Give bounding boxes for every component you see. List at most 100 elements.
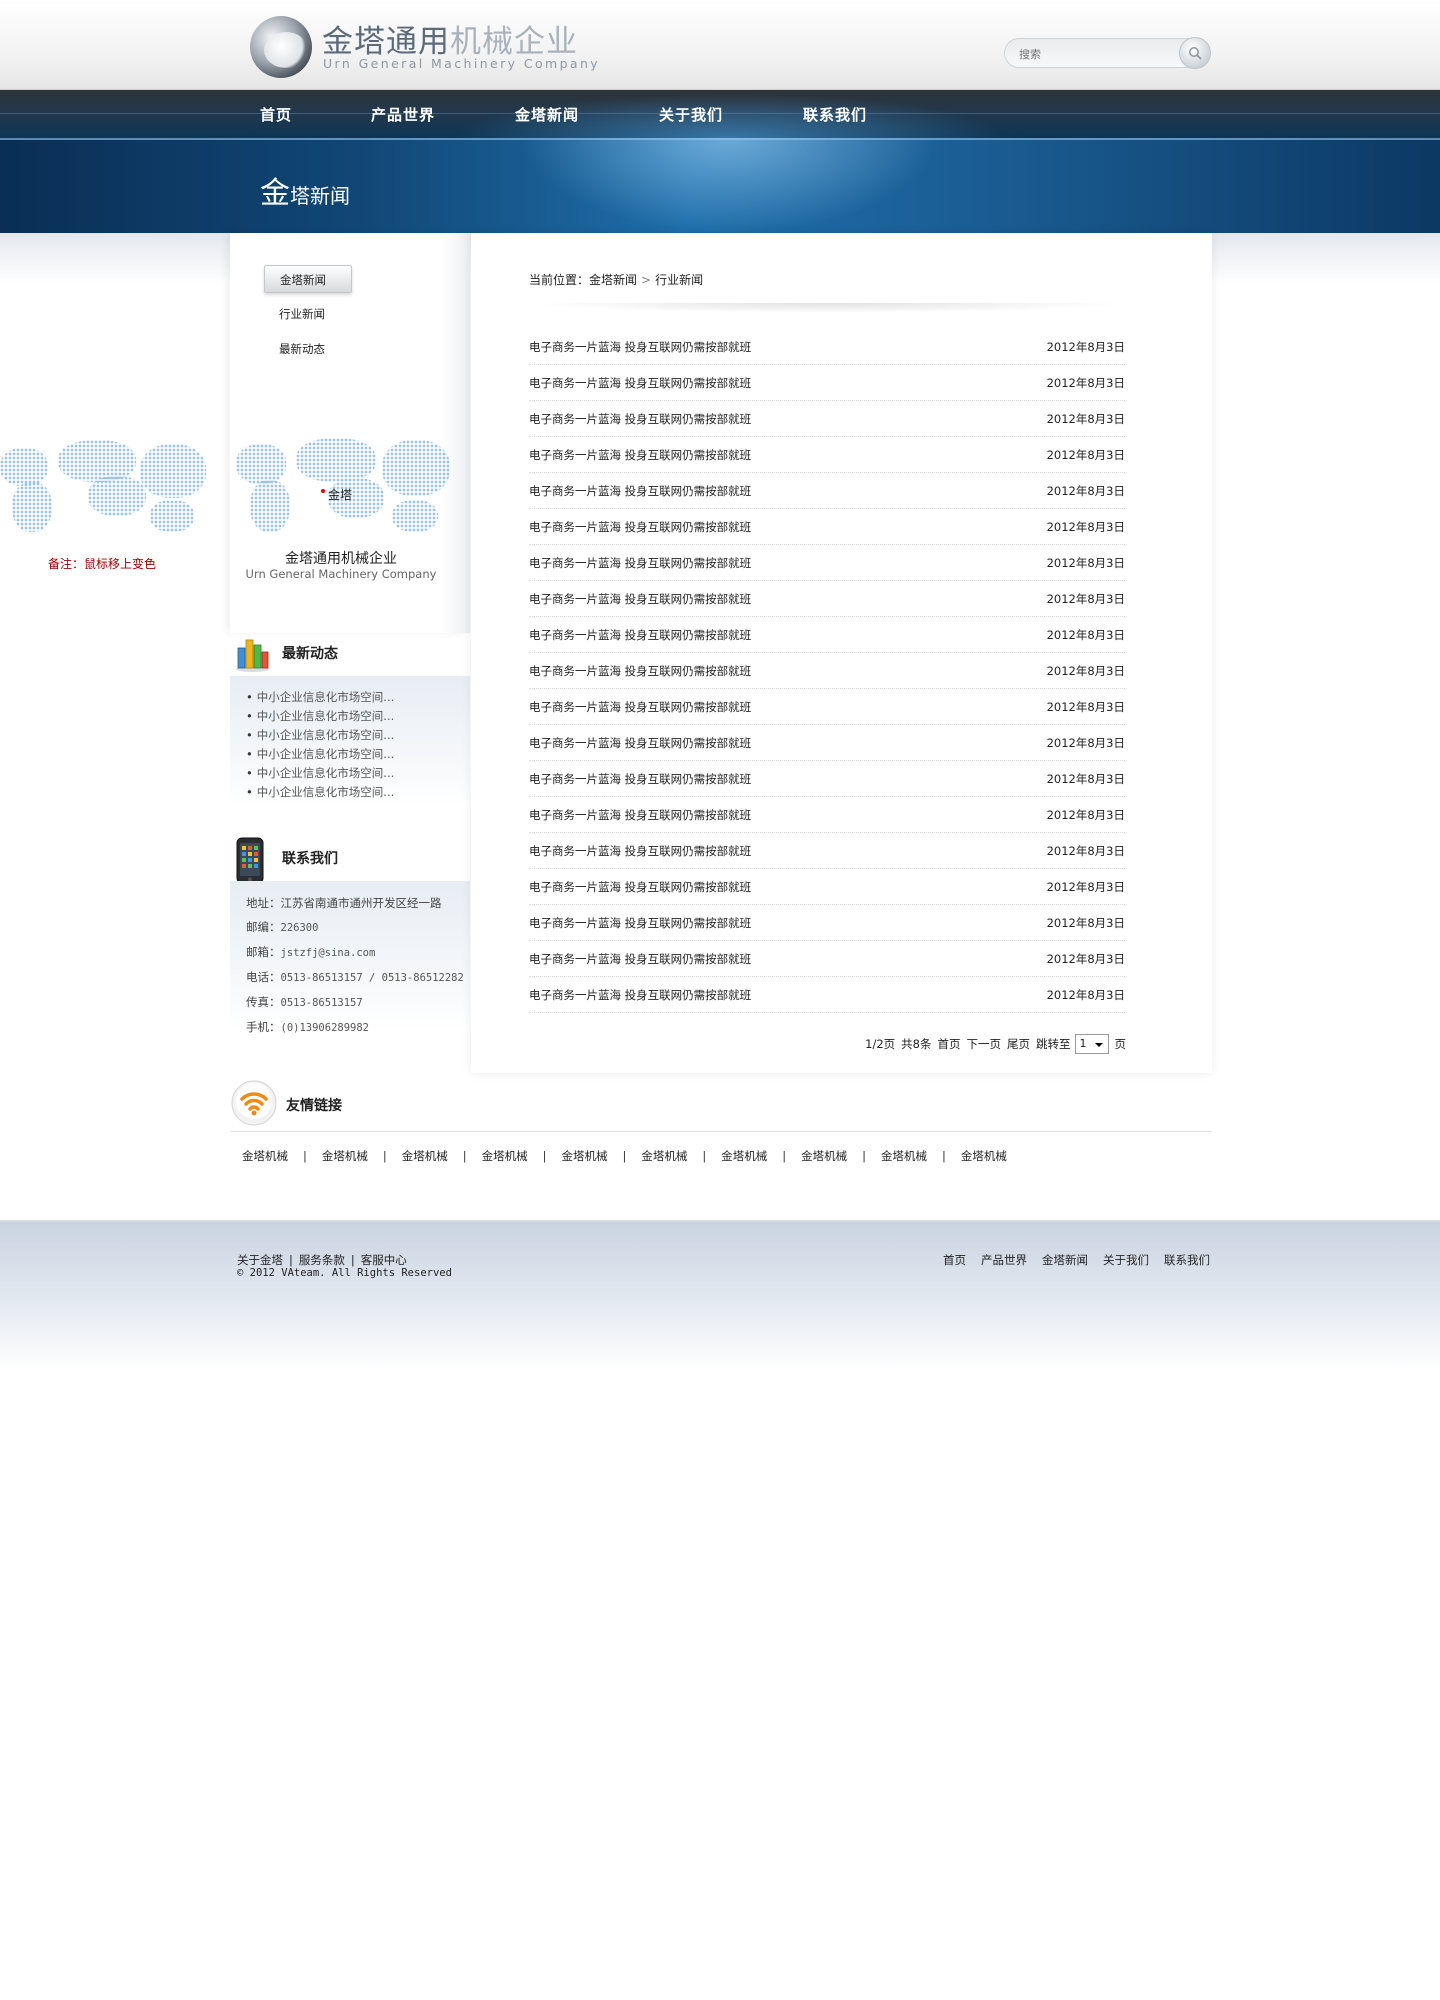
- contact-email[interactable]: 邮箱：jstzfj@sina.com: [246, 940, 470, 965]
- search-input[interactable]: [1019, 45, 1169, 63]
- page-select[interactable]: 1: [1074, 1034, 1109, 1054]
- location-map: 金塔: [236, 438, 452, 540]
- latest-news-item[interactable]: 中小企业信息化市场空间...: [246, 726, 470, 745]
- friend-link[interactable]: 金塔机械: [641, 1149, 687, 1163]
- article-title[interactable]: 电子商务一片蓝海 投身互联网仍需按部就班: [529, 771, 751, 787]
- article-date: 2012年8月3日: [1046, 448, 1125, 462]
- latest-news-item[interactable]: 中小企业信息化市场空间...: [246, 764, 470, 783]
- logo-title-dark: 金塔通用: [322, 24, 450, 60]
- hover-note: 备注：鼠标移上变色: [48, 557, 157, 571]
- article-row[interactable]: 电子商务一片蓝海 投身互联网仍需按部就班 2012年8月3日: [529, 653, 1125, 689]
- friend-link[interactable]: 金塔机械: [881, 1149, 927, 1163]
- article-title[interactable]: 电子商务一片蓝海 投身互联网仍需按部就班: [529, 591, 751, 607]
- article-row[interactable]: 电子商务一片蓝海 投身互联网仍需按部就班 2012年8月3日: [529, 977, 1125, 1013]
- article-date: 2012年8月3日: [1046, 916, 1125, 930]
- footer-nav-home[interactable]: 首页: [943, 1253, 966, 1267]
- friend-links-section: 友情链接 金塔机械 | 金塔机械 | 金塔机械 | 金塔机械 | 金塔机械 | 金塔机械 | 金塔机械 |…: [230, 1078, 1212, 1178]
- nav-item-about[interactable]: 关于我们: [659, 104, 723, 125]
- sidebar-top-panel: 金塔新闻 行业新闻 最新动态 金塔 金塔通用机械企业 Urn General M…: [230, 233, 470, 633]
- friend-links-header: 友情链接: [230, 1078, 1212, 1132]
- breadcrumb-shadow: [529, 303, 1129, 313]
- footer-nav-contact[interactable]: 联系我们: [1164, 1253, 1210, 1267]
- friend-link[interactable]: 金塔机械: [402, 1149, 448, 1163]
- friend-link[interactable]: 金塔机械: [961, 1149, 1007, 1163]
- article-date: 2012年8月3日: [1046, 952, 1125, 966]
- footer-nav-products[interactable]: 产品世界: [981, 1253, 1027, 1267]
- logo-title-light: 机械企业: [450, 24, 578, 60]
- latest-news-item[interactable]: 中小企业信息化市场空间...: [246, 783, 470, 802]
- footer-link-about[interactable]: 关于金塔: [237, 1253, 283, 1267]
- first-page-link[interactable]: 首页: [938, 1036, 961, 1052]
- article-row[interactable]: 电子商务一片蓝海 投身互联网仍需按部就班 2012年8月3日: [529, 329, 1125, 365]
- article-title[interactable]: 电子商务一片蓝海 投身互联网仍需按部就班: [529, 519, 751, 535]
- banner-title-big: 金: [260, 176, 290, 211]
- map-city-label: 金塔: [328, 488, 353, 502]
- article-row[interactable]: 电子商务一片蓝海 投身互联网仍需按部就班 2012年8月3日: [529, 761, 1125, 797]
- article-date: 2012年8月3日: [1046, 700, 1125, 714]
- article-title[interactable]: 电子商务一片蓝海 投身互联网仍需按部就班: [529, 483, 751, 499]
- contact-header: 联系我们: [230, 831, 470, 884]
- latest-news-item[interactable]: 中小企业信息化市场空间...: [246, 707, 470, 726]
- subnav-item-industry-news[interactable]: 行业新闻: [264, 300, 424, 328]
- subnav-item-latest-updates[interactable]: 最新动态: [264, 335, 424, 363]
- article-row[interactable]: 电子商务一片蓝海 投身互联网仍需按部就班 2012年8月3日: [529, 797, 1125, 833]
- footer-link-terms[interactable]: 服务条款: [299, 1253, 345, 1267]
- footer-nav-news[interactable]: 金塔新闻: [1042, 1253, 1088, 1267]
- site-logo[interactable]: 金塔通用机械企业 Urn General Machinery Company: [250, 14, 598, 78]
- article-row[interactable]: 电子商务一片蓝海 投身互联网仍需按部就班 2012年8月3日: [529, 905, 1125, 941]
- article-title[interactable]: 电子商务一片蓝海 投身互联网仍需按部就班: [529, 555, 751, 571]
- breadcrumb-parent[interactable]: 金塔新闻: [589, 273, 637, 287]
- article-title[interactable]: 电子商务一片蓝海 投身互联网仍需按部就班: [529, 807, 751, 823]
- article-title[interactable]: 电子商务一片蓝海 投身互联网仍需按部就班: [529, 699, 751, 715]
- friend-link[interactable]: 金塔机械: [242, 1149, 288, 1163]
- nav-item-home[interactable]: 首页: [260, 104, 292, 125]
- article-row[interactable]: 电子商务一片蓝海 投身互联网仍需按部就班 2012年8月3日: [529, 473, 1125, 509]
- article-title[interactable]: 电子商务一片蓝海 投身互联网仍需按部就班: [529, 879, 751, 895]
- nav-item-news[interactable]: 金塔新闻: [515, 104, 579, 125]
- friend-link[interactable]: 金塔机械: [801, 1149, 847, 1163]
- subnav-item-jinta-news[interactable]: 金塔新闻: [264, 265, 352, 293]
- article-row[interactable]: 电子商务一片蓝海 投身互联网仍需按部就班 2012年8月3日: [529, 401, 1125, 437]
- friend-link[interactable]: 金塔机械: [562, 1149, 608, 1163]
- contact-block: 联系我们 地址：江苏省南通市通州开发区经一路 邮编：226300 邮箱：jstz…: [230, 831, 470, 1034]
- company-name-cn: 金塔通用机械企业: [285, 551, 397, 567]
- nav-item-products[interactable]: 产品世界: [371, 104, 435, 125]
- article-title[interactable]: 电子商务一片蓝海 投身互联网仍需按部就班: [529, 339, 751, 355]
- contact-mobile: 手机：(0)13906289982: [246, 1020, 370, 1034]
- article-row[interactable]: 电子商务一片蓝海 投身互联网仍需按部就班 2012年8月3日: [529, 437, 1125, 473]
- article-row[interactable]: 电子商务一片蓝海 投身互联网仍需按部就班 2012年8月3日: [529, 581, 1125, 617]
- article-title[interactable]: 电子商务一片蓝海 投身互联网仍需按部就班: [529, 843, 751, 859]
- article-title[interactable]: 电子商务一片蓝海 投身互联网仍需按部就班: [529, 411, 751, 427]
- contact-fax: 传真：0513-86513157: [246, 995, 363, 1009]
- copyright: © 2012 VAteam. All Rights Reserved: [237, 1267, 452, 1279]
- article-row[interactable]: 电子商务一片蓝海 投身互联网仍需按部就班 2012年8月3日: [529, 509, 1125, 545]
- footer-nav-about[interactable]: 关于我们: [1103, 1253, 1149, 1267]
- article-row[interactable]: 电子商务一片蓝海 投身互联网仍需按部就班 2012年8月3日: [529, 365, 1125, 401]
- next-page-link[interactable]: 下一页: [967, 1036, 1002, 1052]
- article-row[interactable]: 电子商务一片蓝海 投身互联网仍需按部就班 2012年8月3日: [529, 869, 1125, 905]
- article-row[interactable]: 电子商务一片蓝海 投身互联网仍需按部就班 2012年8月3日: [529, 689, 1125, 725]
- last-page-link[interactable]: 尾页: [1007, 1036, 1030, 1052]
- latest-news-body: 中小企业信息化市场空间... 中小企业信息化市场空间... 中小企业信息化市场空…: [230, 676, 470, 806]
- friend-link[interactable]: 金塔机械: [322, 1149, 368, 1163]
- article-row[interactable]: 电子商务一片蓝海 投身互联网仍需按部就班 2012年8月3日: [529, 617, 1125, 653]
- latest-news-item[interactable]: 中小企业信息化市场空间...: [246, 688, 470, 707]
- article-title[interactable]: 电子商务一片蓝海 投身互联网仍需按部就班: [529, 735, 751, 751]
- article-title[interactable]: 电子商务一片蓝海 投身互联网仍需按部就班: [529, 915, 751, 931]
- footer-link-service[interactable]: 客服中心: [361, 1253, 407, 1267]
- article-row[interactable]: 电子商务一片蓝海 投身互联网仍需按部就班 2012年8月3日: [529, 545, 1125, 581]
- article-title[interactable]: 电子商务一片蓝海 投身互联网仍需按部就班: [529, 627, 751, 643]
- article-title[interactable]: 电子商务一片蓝海 投身互联网仍需按部就班: [529, 987, 751, 1003]
- article-row[interactable]: 电子商务一片蓝海 投身互联网仍需按部就班 2012年8月3日: [529, 941, 1125, 977]
- article-title[interactable]: 电子商务一片蓝海 投身互联网仍需按部就班: [529, 447, 751, 463]
- search-button[interactable]: [1179, 37, 1211, 69]
- article-title[interactable]: 电子商务一片蓝海 投身互联网仍需按部就班: [529, 951, 751, 967]
- article-title[interactable]: 电子商务一片蓝海 投身互联网仍需按部就班: [529, 663, 751, 679]
- friend-link[interactable]: 金塔机械: [721, 1149, 767, 1163]
- article-row[interactable]: 电子商务一片蓝海 投身互联网仍需按部就班 2012年8月3日: [529, 725, 1125, 761]
- latest-news-item[interactable]: 中小企业信息化市场空间...: [246, 745, 470, 764]
- nav-item-contact[interactable]: 联系我们: [803, 104, 867, 125]
- article-row[interactable]: 电子商务一片蓝海 投身互联网仍需按部就班 2012年8月3日: [529, 833, 1125, 869]
- friend-link[interactable]: 金塔机械: [482, 1149, 528, 1163]
- article-title[interactable]: 电子商务一片蓝海 投身互联网仍需按部就班: [529, 375, 751, 391]
